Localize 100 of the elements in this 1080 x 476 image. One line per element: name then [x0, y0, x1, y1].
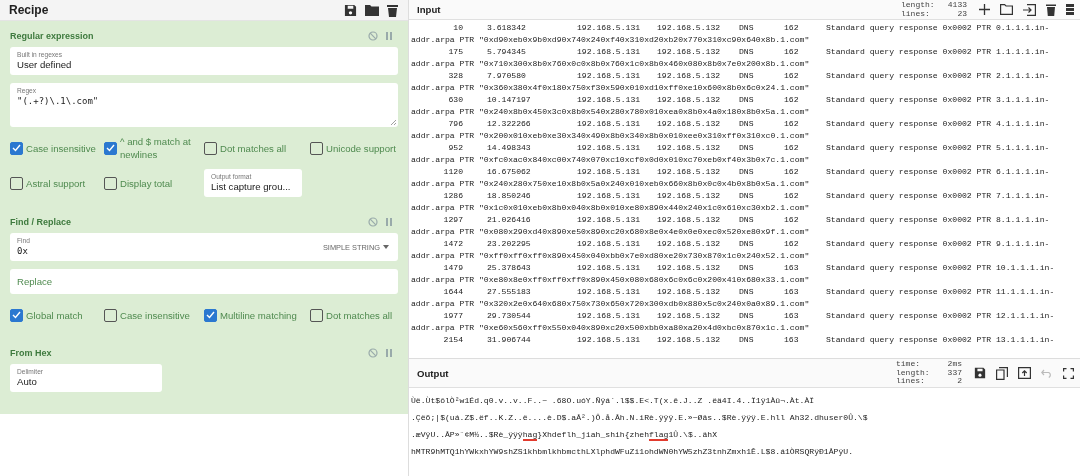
checkbox-label[interactable]: Astral support — [26, 176, 86, 190]
stat-label: length: — [901, 1, 935, 9]
packet-number: 1977 — [442, 310, 463, 322]
packet-length: 162 — [784, 142, 800, 154]
source-address: 192.168.5.131 — [577, 22, 642, 34]
checkbox[interactable] — [10, 141, 23, 155]
source-address: 192.168.5.131 — [577, 310, 642, 322]
trash-icon[interactable] — [1046, 3, 1056, 16]
underlined-text: hag — [522, 430, 538, 441]
destination-address: 192.168.5.132 — [657, 94, 722, 106]
checkbox-label[interactable]: ^ and $ match at newlines — [120, 135, 204, 161]
checkbox-label[interactable]: Multiline matching — [220, 308, 297, 322]
source-address: 192.168.5.131 — [577, 70, 642, 82]
source-address: 192.168.5.131 — [577, 262, 642, 274]
output-text: 1Û.\$..ähX — [668, 430, 718, 439]
folder-icon[interactable] — [365, 4, 379, 16]
packet-time: 7.970580 — [487, 70, 527, 82]
checkbox[interactable] — [10, 308, 23, 322]
destination-address: 192.168.5.132 — [657, 46, 722, 58]
stat-value: 2ms — [947, 360, 962, 369]
packet-number: 952 — [447, 142, 463, 154]
packet-info: addr.arpa PTR "0xfc0xac0x840xc00x740x070xc10xcf0x0d0x010xc70xeb0xf40x3b0x7c.1.com" — [411, 155, 810, 164]
packet-protocol: DNS — [739, 190, 755, 202]
destination-address: 192.168.5.132 — [657, 22, 722, 34]
checkbox-label[interactable]: Dot matches all — [220, 141, 287, 155]
checkbox-label[interactable]: Global match — [26, 308, 83, 322]
packet-info: addr.arpa PTR "0x320x2e0x640x680x750x730x650x720x300xdb0x880x5c0x240x0a0x89.1.com" — [411, 299, 810, 308]
packet-protocol: DNS — [739, 70, 755, 82]
packet-protocol: DNS — [739, 310, 755, 322]
packet-info: Standard query response 0x0002 PTR 6.1.1.1.in- — [826, 166, 1050, 178]
checkbox-label[interactable]: Case insensitive — [120, 308, 190, 322]
checkbox-label[interactable]: Dot matches all — [326, 308, 393, 322]
checkbox[interactable] — [310, 308, 323, 322]
destination-address: 192.168.5.132 — [657, 334, 722, 346]
packet-info: Standard query response 0x0002 PTR 10.1.1.1.in- — [826, 262, 1055, 274]
destination-address: 192.168.5.132 — [657, 238, 722, 250]
packet-length: 162 — [784, 46, 800, 58]
plus-icon[interactable] — [979, 4, 990, 15]
caret-icon[interactable] — [383, 245, 389, 249]
packet-time: 5.794345 — [487, 46, 527, 58]
field-value: List capture grou... — [211, 181, 292, 193]
save-icon[interactable] — [344, 3, 357, 17]
checkbox-label[interactable]: Case insensitive — [26, 141, 96, 155]
upload-icon[interactable] — [1018, 367, 1031, 379]
layout-icon[interactable] — [1066, 4, 1074, 15]
packet-info: addr.arpa PTR "0x710x300x8b0x760x0c0x8b0x760x1c0x8b0x460x080x8b0x7e0x200x8b.1.com" — [411, 59, 810, 68]
import-icon[interactable] — [1023, 3, 1036, 16]
packet-info: Standard query response 0x0002 PTR 11.1.1.1.in- — [826, 286, 1055, 298]
checkbox[interactable] — [310, 141, 323, 155]
destination-address: 192.168.5.132 — [657, 214, 722, 226]
panel-title: Recipe — [9, 3, 49, 17]
packet-length: 162 — [784, 70, 800, 82]
packet-info: Standard query response 0x0002 PTR 12.1.1.1.in- — [826, 310, 1055, 322]
checkbox[interactable] — [104, 141, 117, 155]
copy-icon[interactable] — [996, 366, 1008, 380]
panel-title: Output — [417, 367, 450, 379]
checkbox-label[interactable]: Unicode support — [326, 141, 396, 155]
operation-title: Find / Replace — [10, 217, 71, 227]
maximize-icon[interactable] — [1063, 367, 1074, 379]
packet-length: 162 — [784, 214, 800, 226]
checkbox[interactable] — [204, 308, 217, 322]
checkbox[interactable] — [204, 141, 217, 155]
packet-info: Standard query response 0x0002 PTR 3.1.1.1.in- — [826, 94, 1050, 106]
packet-length: 162 — [784, 22, 800, 34]
packet-info: Standard query response 0x0002 PTR 0.1.1.1.in- — [826, 22, 1050, 34]
output-text: hMTR9hMTQ1hYWkxhYW9shZS1khbmlkhbmcthLXlphdWFuZi1ohdWN0hYW5zhZ3tnhZmxh1Ê.L$8.á1ÒRSQRÿÐ1ÅPÿU. — [411, 447, 853, 456]
packet-number: 10 — [452, 22, 463, 34]
save-icon[interactable] — [974, 367, 986, 379]
packet-time: 23.202295 — [487, 238, 532, 250]
packet-info: Standard query response 0x0002 PTR 4.1.1.1.in- — [826, 118, 1050, 130]
packet-number: 796 — [447, 118, 463, 130]
packet-info: addr.arpa PTR "0xe80x8e0xff0xff0xff0x890x450x080x680x6c0x6c0x200x410x680x33.1.com" — [411, 275, 810, 284]
packet-protocol: DNS — [739, 262, 755, 274]
source-address: 192.168.5.131 — [577, 118, 642, 130]
packet-length: 163 — [784, 334, 800, 346]
source-address: 192.168.5.131 — [577, 286, 642, 298]
stat-label: lines: — [896, 377, 925, 386]
trash-icon[interactable] — [387, 3, 398, 17]
source-address: 192.168.5.131 — [577, 46, 642, 58]
source-address: 192.168.5.131 — [577, 166, 642, 178]
packet-length: 163 — [784, 262, 800, 274]
resize-handle-icon[interactable] — [390, 119, 396, 125]
replace-field[interactable]: Replace — [10, 269, 398, 294]
checkbox[interactable] — [104, 176, 117, 190]
packet-length: 162 — [784, 166, 800, 178]
packet-time: 27.555183 — [487, 286, 532, 298]
packet-info: Standard query response 0x0002 PTR 13.1.1.1.in- — [826, 334, 1055, 346]
output-text: .æVÿU..ÅP»¨¢M½..$Rè_ÿÿÿ — [411, 430, 523, 439]
packet-info: addr.arpa PTR "0x1c0x010xeb0x8b0x040x8b0x010xe80x890x440x240x1c0x610xc30xb2.1.com" — [411, 203, 810, 212]
folder-icon[interactable] — [1000, 4, 1013, 15]
packet-time: 16.675062 — [487, 166, 532, 178]
checkbox[interactable] — [10, 176, 23, 190]
packet-info: addr.arpa PTR "0x080x290xd40x890xe50x890xc20x680x8e0x4e0x0e0xec0x520xe80x9f.1.com" — [411, 227, 810, 236]
checkbox-label[interactable]: Display total — [120, 176, 173, 190]
packet-protocol: DNS — [739, 118, 755, 130]
destination-address: 192.168.5.132 — [657, 262, 722, 274]
packet-length: 163 — [784, 286, 800, 298]
packet-number: 1297 — [442, 214, 463, 226]
stat-label: time: — [896, 360, 920, 369]
checkbox[interactable] — [104, 308, 117, 322]
